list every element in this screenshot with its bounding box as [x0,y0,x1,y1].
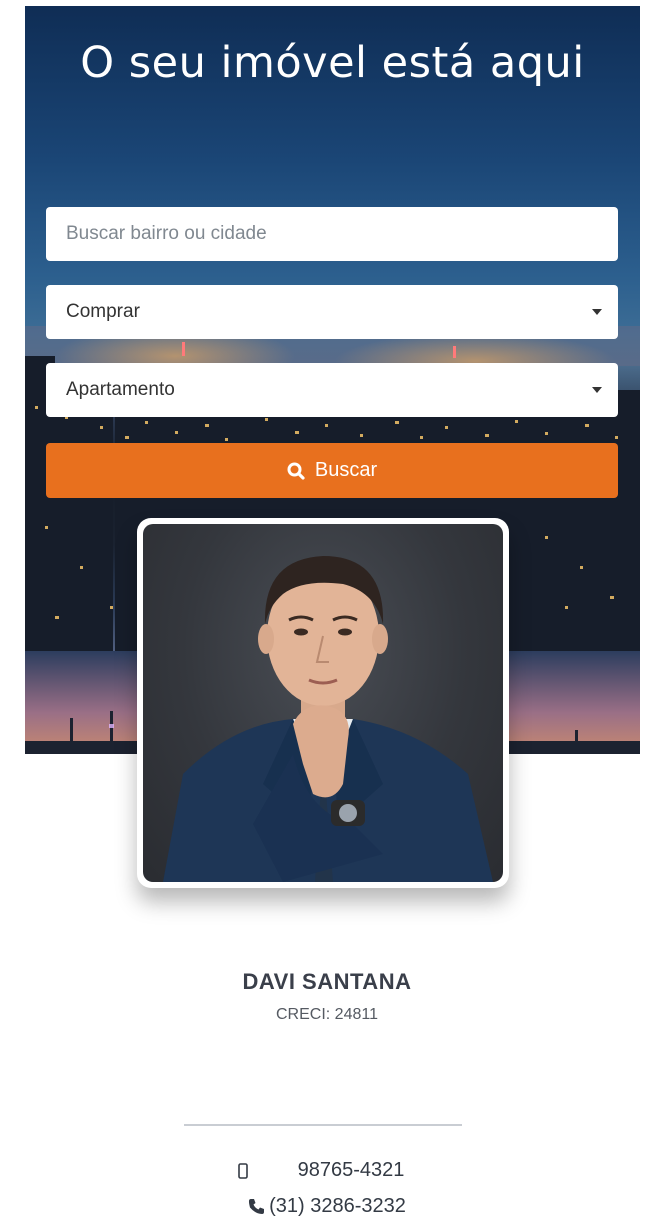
page: O seu imóvel está aqui Buscar bairro ou … [0,0,654,1229]
transaction-select-value: Comprar [66,301,140,322]
transaction-select[interactable]: Comprar [46,285,618,339]
divider [184,1124,462,1126]
search-input[interactable]: Buscar bairro ou cidade [46,207,618,261]
agent-photo-card [137,518,509,888]
search-button[interactable]: Buscar [46,443,618,498]
agent-creci: CRECI: 24811 [276,1006,378,1023]
chevron-down-icon [592,309,602,315]
agent-name: DAVI SANTANA [242,969,412,994]
chevron-down-icon [592,387,602,393]
contact-phone-number: (31) 3286-3232 [269,1195,406,1217]
mobile-phone-icon [237,1162,298,1179]
contact-phone[interactable]: (31) 3286-3232 [0,1195,654,1218]
property-type-select-value: Apartamento [66,379,175,400]
agent-photo [143,524,503,882]
search-icon [287,462,305,480]
search-placeholder: Buscar bairro ou cidade [66,223,267,244]
page-title: O seu imóvel está aqui [80,38,585,88]
search-button-label: Buscar [314,459,378,481]
contact-mobile[interactable]: 98765-4321 [0,1159,654,1182]
phone-icon [248,1198,265,1215]
property-type-select[interactable]: Apartamento [46,363,618,417]
contact-mobile-number: 98765-4321 [297,1159,405,1181]
